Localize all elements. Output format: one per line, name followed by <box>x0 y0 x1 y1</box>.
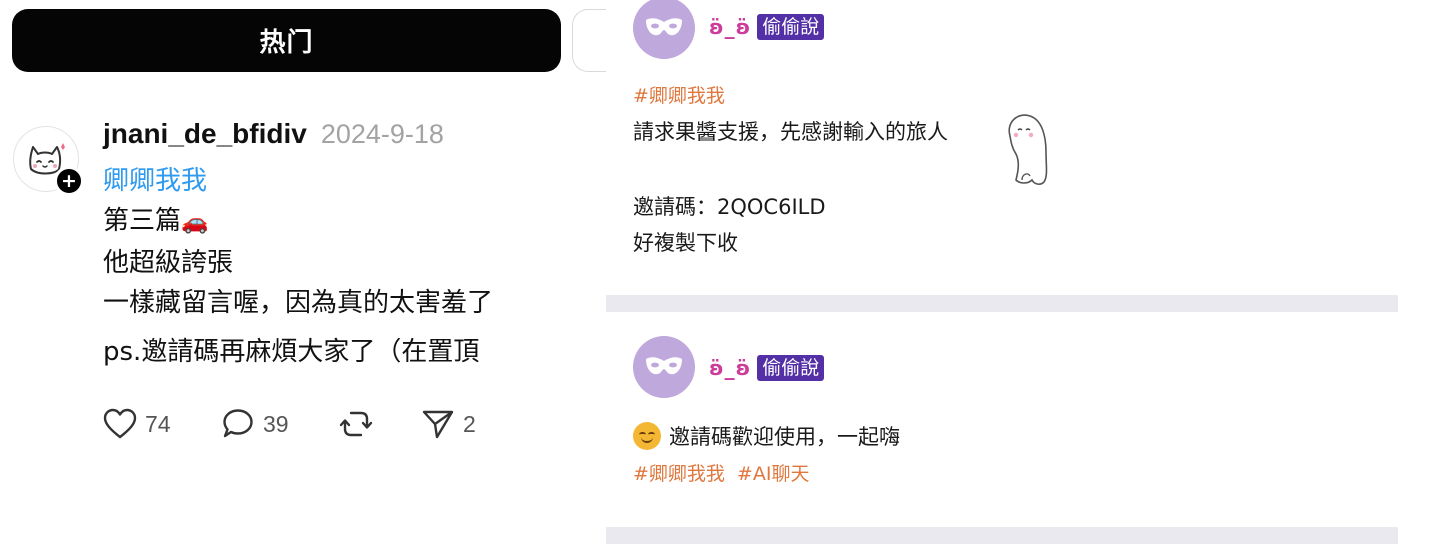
hashtag[interactable]: #卿卿我我 <box>633 85 725 107</box>
feed-divider <box>606 527 1398 544</box>
author-line: ʚ̈_ʚ̈ 偷偷說 <box>709 354 825 382</box>
ghost-sticker-icon <box>1008 114 1048 185</box>
repost-icon <box>339 411 373 437</box>
mask-icon <box>646 18 682 36</box>
post-line: 好複製下收 <box>633 231 738 255</box>
post-line: 邀請碼：2QOC6ILD <box>633 195 826 219</box>
post-actions: 74 39 2 <box>103 404 583 444</box>
like-count: 74 <box>145 410 171 437</box>
section-badge: 偷偷說 <box>757 355 825 381</box>
smile-emoji-icon <box>633 422 661 450</box>
anonymous-feed: ʚ̈_ʚ̈ 偷偷說 #卿卿我我 請求果醬支援，先感謝輸入的旅人 邀請碼：2QOC… <box>606 0 1398 560</box>
username[interactable]: jnani_de_bfidiv <box>103 118 307 150</box>
repost-button[interactable] <box>339 404 373 444</box>
post-line: 一樣藏留言喔，因為真的太害羞了 <box>103 288 494 318</box>
hashtag[interactable]: #AI聊天 <box>737 463 810 485</box>
avatar[interactable] <box>633 0 695 59</box>
hashtag[interactable]: #卿卿我我 <box>633 463 725 485</box>
post-line-text: 邀請碼歡迎使用，一起嗨 <box>669 425 900 449</box>
tag-list: #卿卿我我 #AI聊天 <box>633 459 809 486</box>
post-line: 邀請碼歡迎使用，一起嗨 <box>633 421 900 451</box>
tag-list: #卿卿我我 <box>633 81 725 108</box>
author-avatar-wrap[interactable]: + <box>13 126 84 196</box>
post-line: ps.邀請碼再麻煩大家了（在置頂 <box>103 337 480 367</box>
plus-icon: + <box>61 169 77 192</box>
topic-tag-link[interactable]: 卿卿我我 <box>103 161 593 201</box>
nickname[interactable]: ʚ̈_ʚ̈ <box>709 356 751 380</box>
share-icon <box>422 410 454 439</box>
mask-icon <box>646 357 682 375</box>
author-line: ʚ̈_ʚ̈ 偷偷說 <box>709 13 825 41</box>
heart-icon <box>103 408 137 439</box>
share-button[interactable]: 2 <box>421 404 476 444</box>
threads-panel: 热门 + jnani_de_bfidiv 2024-9-18 卿卿我我 第三篇🚗… <box>0 0 632 560</box>
tab-hot[interactable]: 热门 <box>12 9 561 72</box>
post-date: 2024-9-18 <box>320 119 444 149</box>
post-line: 第三篇🚗 <box>103 201 593 243</box>
comment-button[interactable]: 39 <box>221 404 289 444</box>
follow-button[interactable]: + <box>54 166 84 196</box>
section-badge: 偷偷說 <box>757 14 825 40</box>
post-line: 請求果醬支援，先感謝輸入的旅人 <box>633 120 948 144</box>
post-line: 他超級誇張 <box>103 248 234 278</box>
car-icon: 🚗 <box>181 210 209 235</box>
tab-hot-label: 热门 <box>259 28 314 58</box>
feed-divider <box>606 295 1398 312</box>
like-button[interactable]: 74 <box>103 404 171 444</box>
comment-icon <box>223 409 253 438</box>
post-header: jnani_de_bfidiv 2024-9-18 <box>103 118 593 158</box>
avatar[interactable] <box>633 336 695 398</box>
post-line-text: 第三篇 <box>103 206 182 236</box>
share-count: 2 <box>463 410 476 437</box>
post: jnani_de_bfidiv 2024-9-18 卿卿我我 第三篇🚗 他超級誇… <box>103 118 593 372</box>
nickname[interactable]: ʚ̈_ʚ̈ <box>709 15 751 39</box>
comment-count: 39 <box>263 410 289 437</box>
